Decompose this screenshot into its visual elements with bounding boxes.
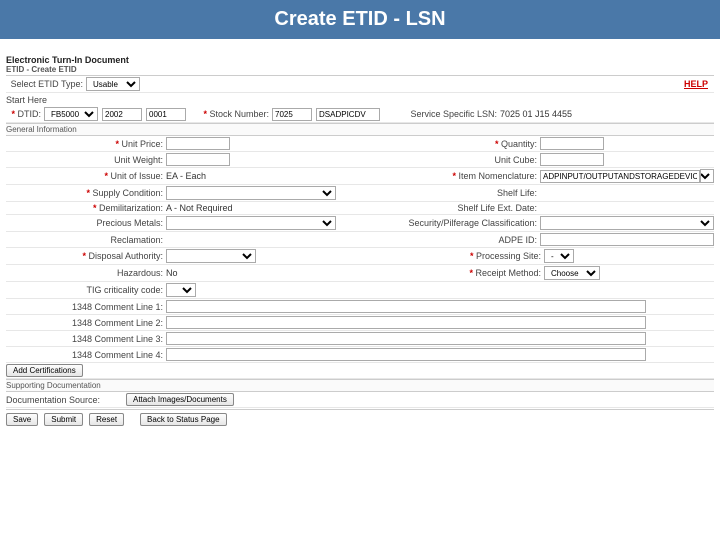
stock-number-label: Stock Number:	[186, 109, 272, 119]
adpe-id-input[interactable]	[540, 233, 714, 246]
dtid-julian-input[interactable]	[102, 108, 142, 121]
row-supply-shelf: Supply Condition: Shelf Life:	[6, 185, 714, 202]
tig-label: TIG criticality code:	[6, 285, 166, 295]
item-nomen-input[interactable]	[540, 170, 700, 183]
row-c2: 1348 Comment Line 2:	[6, 315, 714, 331]
row-tig: TIG criticality code:	[6, 282, 714, 299]
unit-price-label: Unit Price:	[6, 139, 166, 149]
supply-cond-label: Supply Condition:	[6, 188, 166, 198]
app-header: Electronic Turn-In Document ETID - Creat…	[6, 53, 714, 76]
start-here-row: Start Here	[6, 93, 714, 106]
section-supporting: Supporting Documentation	[6, 379, 714, 392]
unit-issue-label: Unit of Issue:	[6, 171, 166, 181]
receipt-label: Receipt Method:	[374, 268, 544, 278]
demil-label: Demilitarization:	[6, 203, 166, 213]
gap	[0, 39, 720, 53]
c4-label: 1348 Comment Line 4:	[6, 350, 166, 360]
slide-title: Create ETID - LSN	[0, 0, 720, 39]
c3-label: 1348 Comment Line 3:	[6, 334, 166, 344]
section-general: General Information	[6, 123, 714, 136]
security-label: Security/Pilferage Classification:	[370, 218, 540, 228]
doc-source-label: Documentation Source:	[6, 395, 126, 405]
disposal-select[interactable]	[166, 249, 256, 263]
comment-2-input[interactable]	[166, 316, 646, 329]
tig-select[interactable]	[166, 283, 196, 297]
dtid-serial-input[interactable]	[146, 108, 186, 121]
hazardous-label: Hazardous:	[6, 268, 166, 278]
back-button[interactable]: Back to Status Page	[140, 413, 227, 426]
shelf-life-ext-label: Shelf Life Ext. Date:	[370, 203, 540, 213]
start-here-label: Start Here	[6, 95, 66, 105]
processing-label: Processing Site:	[374, 251, 544, 261]
row-disposal-processing: Disposal Authority: Processing Site: -	[6, 248, 714, 265]
demil-value: A - Not Required	[166, 203, 336, 213]
quantity-input[interactable]	[540, 137, 604, 150]
unit-issue-value: EA - Each	[166, 171, 230, 181]
comment-3-input[interactable]	[166, 332, 646, 345]
submit-button[interactable]: Submit	[44, 413, 83, 426]
reclamation-label: Reclamation:	[6, 235, 166, 245]
row-precious-security: Precious Metals: Security/Pilferage Clas…	[6, 215, 714, 232]
hazardous-value: No	[166, 268, 336, 278]
row-add-cert: Add Certifications	[6, 363, 714, 379]
dtid-label: DTID:	[6, 109, 44, 119]
item-nomen-label: Item Nomenclature:	[370, 171, 540, 181]
type-row: Select ETID Type: Usable HELP	[6, 76, 714, 93]
stock-fsc-input[interactable]	[272, 108, 312, 121]
row-c4: 1348 Comment Line 4:	[6, 347, 714, 363]
unit-price-input[interactable]	[166, 137, 230, 150]
precious-select[interactable]	[166, 216, 336, 230]
unit-cube-label: Unit Cube:	[370, 155, 540, 165]
service-lsn-label: Service Specific LSN:	[380, 109, 500, 119]
add-cert-button[interactable]: Add Certifications	[6, 364, 83, 377]
disposal-label: Disposal Authority:	[6, 251, 166, 261]
footer-buttons: Save Submit Reset Back to Status Page	[6, 409, 714, 429]
adpe-id-label: ADPE ID:	[370, 235, 540, 245]
attach-button[interactable]: Attach Images/Documents	[126, 393, 234, 406]
row-c3: 1348 Comment Line 3:	[6, 331, 714, 347]
row-doc-source: Documentation Source: Attach Images/Docu…	[6, 392, 714, 408]
item-nomen-select[interactable]	[700, 169, 714, 183]
save-button[interactable]: Save	[6, 413, 38, 426]
app-title: Electronic Turn-In Document	[6, 55, 714, 65]
row-ui-nomen: Unit of Issue: EA - Each Item Nomenclatu…	[6, 168, 714, 185]
help-link[interactable]: HELP	[684, 79, 714, 89]
row-weight-cube: Unit Weight: Unit Cube:	[6, 152, 714, 168]
comment-1-input[interactable]	[166, 300, 646, 313]
app-subtitle: ETID - Create ETID	[6, 65, 714, 74]
service-lsn-value: 7025 01 J15 4455	[500, 109, 572, 119]
unit-weight-label: Unit Weight:	[6, 155, 166, 165]
processing-select[interactable]: -	[544, 249, 574, 263]
dtid-row: DTID: FB5000 Stock Number: Service Speci…	[6, 106, 714, 123]
stock-lsn-input[interactable]	[316, 108, 380, 121]
c1-label: 1348 Comment Line 1:	[6, 302, 166, 312]
row-price-qty: Unit Price: Quantity:	[6, 136, 714, 152]
unit-weight-input[interactable]	[166, 153, 230, 166]
quantity-label: Quantity:	[370, 139, 540, 149]
shelf-life-label: Shelf Life:	[370, 188, 540, 198]
precious-label: Precious Metals:	[6, 218, 166, 228]
select-type-label: Select ETID Type:	[6, 79, 86, 89]
reset-button[interactable]: Reset	[89, 413, 124, 426]
dtid-dodaac-select[interactable]: FB5000	[44, 107, 98, 121]
unit-cube-input[interactable]	[540, 153, 604, 166]
row-hazardous-receipt: Hazardous: No Receipt Method: Choose	[6, 265, 714, 282]
row-c1: 1348 Comment Line 1:	[6, 299, 714, 315]
supply-cond-select[interactable]	[166, 186, 336, 200]
etid-type-select[interactable]: Usable	[86, 77, 140, 91]
comment-4-input[interactable]	[166, 348, 646, 361]
app-form: Electronic Turn-In Document ETID - Creat…	[0, 53, 720, 429]
row-demil-shelfext: Demilitarization: A - Not Required Shelf…	[6, 202, 714, 215]
security-select[interactable]	[540, 216, 714, 230]
receipt-select[interactable]: Choose	[544, 266, 600, 280]
c2-label: 1348 Comment Line 2:	[6, 318, 166, 328]
row-reclam-adpe: Reclamation: ADPE ID:	[6, 232, 714, 248]
